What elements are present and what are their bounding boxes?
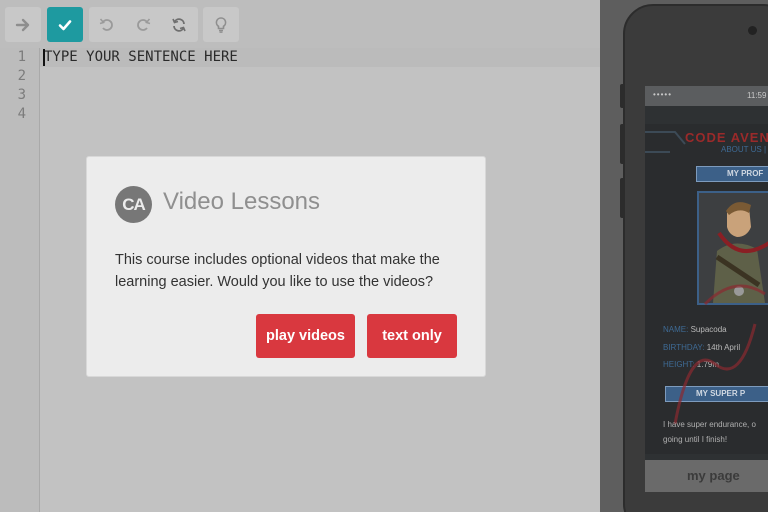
modal-overlay: CA Video Lessons This course includes op…: [0, 0, 768, 512]
text-only-button[interactable]: text only: [367, 314, 457, 358]
dialog-title: Video Lessons: [163, 188, 321, 215]
dialog-message: This course includes optional videos tha…: [115, 252, 440, 290]
video-lessons-dialog: CA Video Lessons This course includes op…: [86, 156, 486, 377]
play-videos-button[interactable]: play videos: [256, 314, 355, 358]
code-avengers-logo: CA: [115, 186, 152, 223]
